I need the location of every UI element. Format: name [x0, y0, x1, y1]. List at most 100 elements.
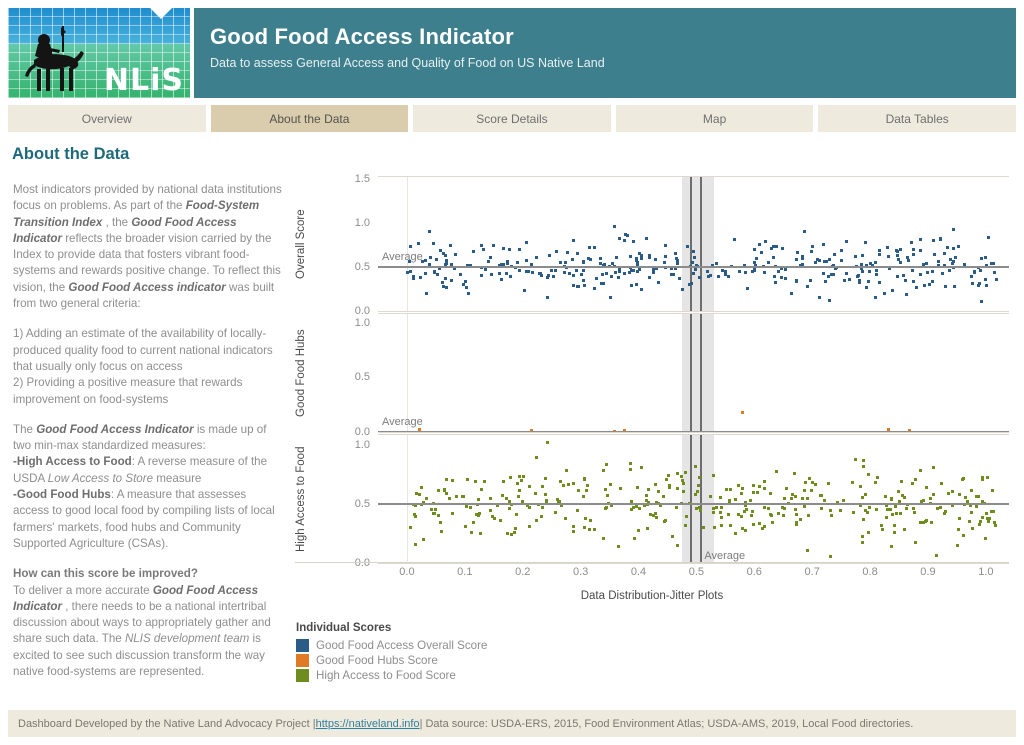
data-point[interactable]	[571, 273, 575, 277]
data-point[interactable]	[897, 489, 901, 493]
data-point[interactable]	[486, 259, 490, 263]
data-point[interactable]	[741, 486, 745, 490]
data-point[interactable]	[903, 496, 907, 500]
data-point[interactable]	[880, 528, 884, 532]
data-point[interactable]	[664, 255, 668, 259]
data-point[interactable]	[757, 242, 761, 246]
data-point[interactable]	[954, 255, 958, 259]
data-point[interactable]	[992, 261, 996, 265]
data-point[interactable]	[729, 488, 733, 492]
data-point[interactable]	[444, 261, 448, 265]
data-point[interactable]	[839, 509, 843, 513]
data-point[interactable]	[802, 489, 806, 493]
data-point[interactable]	[795, 258, 799, 262]
data-point[interactable]	[493, 516, 497, 520]
data-point[interactable]	[727, 513, 731, 517]
data-point[interactable]	[438, 521, 442, 525]
data-point[interactable]	[508, 476, 512, 480]
data-point[interactable]	[479, 532, 483, 536]
data-point[interactable]	[454, 252, 458, 256]
data-point[interactable]	[518, 268, 522, 272]
data-point[interactable]	[502, 247, 506, 251]
data-point[interactable]	[516, 482, 519, 486]
data-point[interactable]	[800, 496, 804, 500]
data-point[interactable]	[508, 248, 512, 252]
data-point[interactable]	[899, 511, 903, 515]
data-point[interactable]	[521, 474, 525, 478]
data-point[interactable]	[437, 489, 441, 493]
data-point[interactable]	[774, 244, 778, 248]
data-point[interactable]	[809, 488, 813, 492]
tab-map[interactable]: Map	[615, 105, 814, 132]
data-point[interactable]	[608, 483, 612, 487]
data-point[interactable]	[478, 511, 482, 515]
tab-about-the-data[interactable]: About the Data	[210, 105, 409, 132]
data-point[interactable]	[675, 471, 679, 475]
data-point[interactable]	[755, 490, 759, 494]
data-point[interactable]	[775, 470, 779, 474]
data-point[interactable]	[512, 530, 516, 534]
data-point[interactable]	[464, 286, 468, 289]
data-point[interactable]	[763, 480, 767, 484]
data-point[interactable]	[564, 517, 568, 521]
data-point[interactable]	[603, 506, 607, 510]
data-point[interactable]	[764, 240, 768, 244]
data-point[interactable]	[752, 484, 756, 488]
data-point[interactable]	[630, 508, 634, 512]
data-point[interactable]	[852, 510, 856, 514]
data-point[interactable]	[692, 255, 696, 259]
data-point[interactable]	[822, 242, 826, 246]
data-point[interactable]	[501, 493, 505, 497]
data-point[interactable]	[895, 274, 899, 278]
data-point[interactable]	[432, 269, 436, 273]
data-point[interactable]	[466, 291, 470, 295]
data-point[interactable]	[745, 287, 749, 291]
data-point[interactable]	[577, 284, 581, 288]
data-point[interactable]	[613, 225, 617, 229]
data-point[interactable]	[614, 256, 618, 260]
data-point[interactable]	[422, 538, 425, 542]
data-point[interactable]	[593, 528, 597, 532]
data-point[interactable]	[694, 506, 698, 510]
data-point[interactable]	[582, 269, 585, 273]
data-point[interactable]	[538, 271, 542, 275]
data-point[interactable]	[733, 237, 737, 241]
data-point[interactable]	[680, 475, 684, 479]
data-point[interactable]	[428, 262, 432, 266]
data-point[interactable]	[913, 510, 916, 514]
data-point[interactable]	[630, 283, 634, 287]
data-point[interactable]	[647, 488, 651, 492]
data-point[interactable]	[753, 247, 757, 251]
data-point[interactable]	[961, 534, 965, 538]
data-point[interactable]	[527, 485, 531, 489]
data-point[interactable]	[904, 279, 908, 283]
data-point[interactable]	[450, 279, 454, 283]
data-point[interactable]	[435, 258, 439, 262]
data-point[interactable]	[773, 274, 777, 278]
data-point[interactable]	[989, 261, 993, 265]
data-point[interactable]	[926, 271, 930, 275]
data-point[interactable]	[408, 525, 412, 529]
data-point[interactable]	[893, 530, 897, 534]
data-point[interactable]	[640, 253, 644, 257]
data-point[interactable]	[801, 255, 805, 259]
data-point[interactable]	[419, 486, 423, 490]
data-point[interactable]	[662, 495, 666, 499]
data-point[interactable]	[907, 258, 911, 262]
data-point[interactable]	[777, 511, 781, 515]
data-point[interactable]	[623, 239, 627, 243]
data-point[interactable]	[711, 511, 715, 515]
data-point[interactable]	[582, 476, 586, 480]
data-point[interactable]	[984, 278, 988, 282]
data-point[interactable]	[605, 462, 609, 466]
data-point[interactable]	[884, 495, 888, 499]
data-point[interactable]	[558, 261, 562, 265]
data-point[interactable]	[681, 288, 685, 292]
data-point[interactable]	[413, 512, 417, 516]
data-point[interactable]	[535, 518, 539, 522]
data-point[interactable]	[655, 515, 659, 519]
data-point[interactable]	[711, 474, 715, 478]
data-point[interactable]	[674, 506, 678, 510]
data-point[interactable]	[859, 262, 863, 266]
data-point[interactable]	[831, 273, 835, 277]
